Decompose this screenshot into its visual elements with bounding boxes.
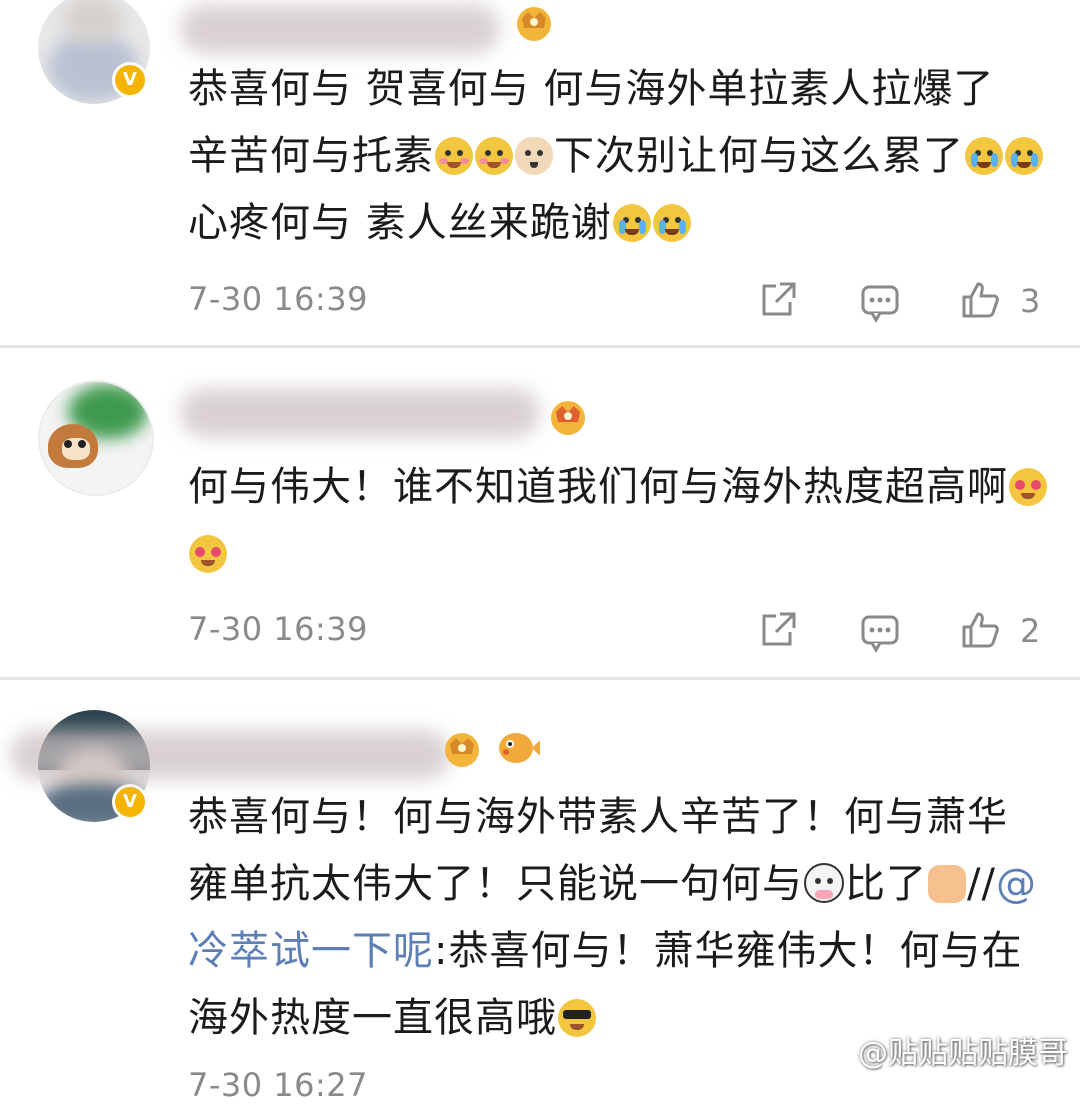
comment-time: 7-30 16:39 [188,280,369,318]
comment-reply-icon[interactable] [858,280,902,324]
comment-text-segment: 比了 [845,861,927,907]
sunglasses-face-icon [558,999,596,1037]
verified-badge-icon: V [112,784,148,820]
divider [0,345,1080,348]
pufferfish-icon [499,733,540,763]
username-blurred [180,4,500,54]
comment-reply-icon[interactable] [858,610,902,654]
like-count: 3 [1020,282,1041,320]
share-icon[interactable] [756,608,800,652]
watermark-text: @贴贴贴贴膜哥 [858,1036,1068,1071]
comment-time: 7-30 16:27 [188,1066,369,1104]
crying-face-icon [965,137,1003,175]
avatar[interactable] [38,380,154,496]
blush-face-icon [475,137,513,175]
like-count: 2 [1020,612,1041,650]
verified-badge-icon: V [112,62,148,98]
username-blurred [180,388,540,438]
comment-text-segment: 心疼何与 素人丝来跪谢 [188,200,612,246]
crying-face-icon [652,204,691,242]
weibo-logo-icon [814,1036,851,1066]
share-icon[interactable] [756,278,800,322]
divider [0,677,1080,680]
blush-face-icon [435,137,473,175]
crown-badge-icon [445,733,479,767]
comment-time: 7-30 16:39 [188,610,369,648]
crown-badge-icon [517,7,551,41]
cow-face-icon [804,863,844,903]
heart-eyes-face-icon [189,535,227,573]
comment-text-segment: 下次别让何与这么累了 [554,133,964,179]
heart-eyes-face-icon [1009,468,1047,506]
thumbs-up-icon [928,865,966,903]
crying-face-icon [1005,137,1043,175]
username-blurred [10,730,450,780]
crown-badge-icon [551,401,585,435]
like-thumb-icon[interactable] [958,608,1002,652]
comment-text: 恭喜何与！何与海外带素人辛苦了！何与萧华雍单抗太伟大了！只能说一句何与 比了//@… [188,784,1048,1052]
watermark: @贴贴贴贴膜哥 [814,1028,1068,1072]
crying-face-icon [612,204,651,242]
comment-text: 恭喜何与 贺喜何与 何与海外单拉素人拉爆了 辛苦何与托素 下次别让何与这么累了 心疼… [188,56,1048,257]
like-thumb-icon[interactable] [958,278,1002,322]
dog-face-icon [515,137,553,175]
comment-text-segment: // [967,861,996,907]
comment-text: 何与伟大！谁不知道我们何与海外热度超高啊 [188,454,1048,588]
comment-text-segment: 何与伟大！谁不知道我们何与海外热度超高啊 [188,464,1008,510]
